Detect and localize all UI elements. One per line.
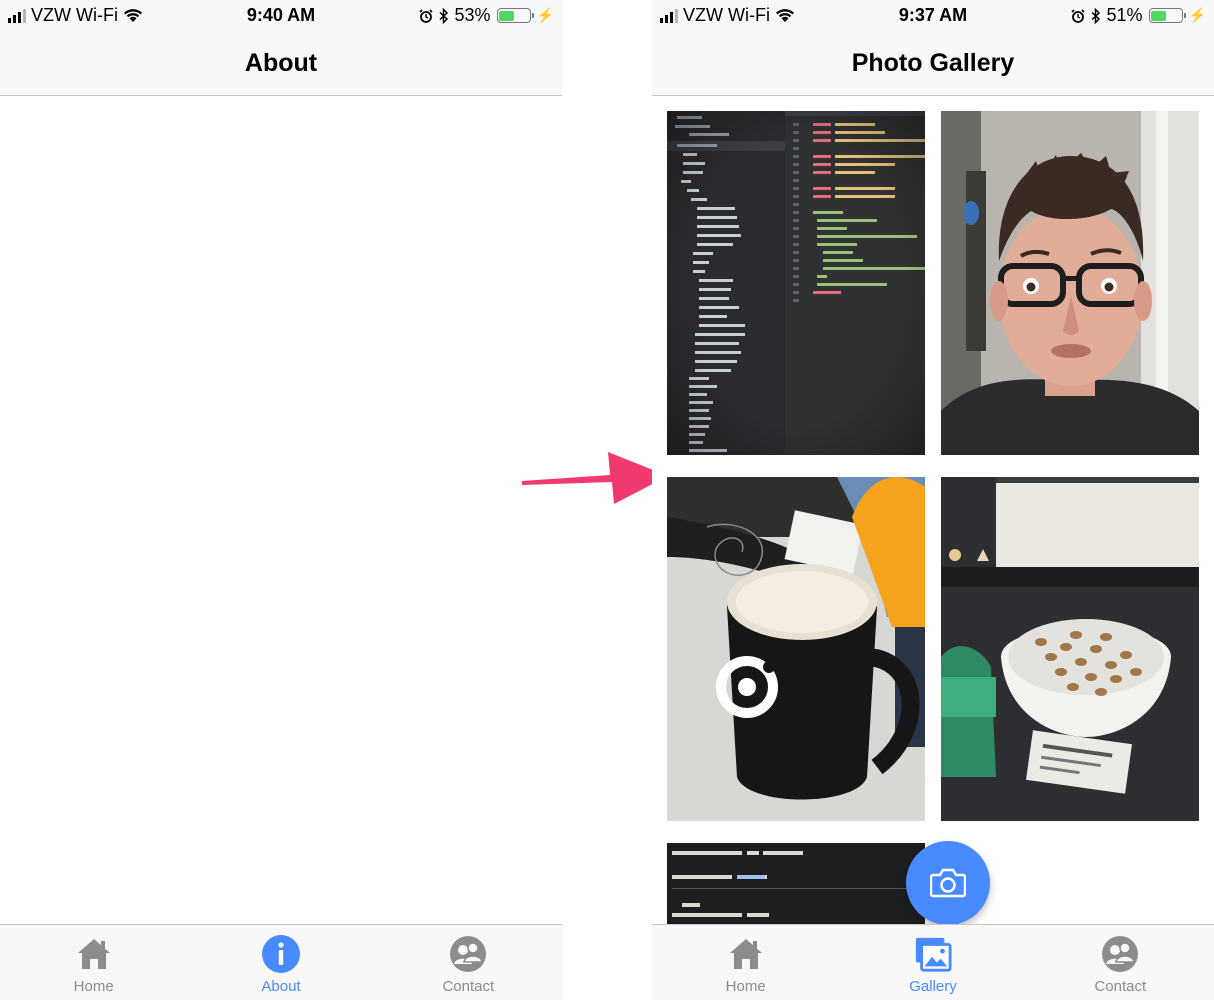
alarm-icon (418, 8, 433, 23)
battery-icon (496, 8, 534, 23)
about-content (0, 96, 562, 924)
battery-percent: 51% (1106, 5, 1143, 25)
contact-icon (449, 935, 487, 973)
photo-snack-bowl[interactable] (941, 477, 1199, 821)
camera-icon (930, 868, 966, 898)
home-icon (727, 935, 765, 973)
selfie-image (941, 111, 1199, 455)
photo-code-editor[interactable] (667, 111, 925, 455)
tab-bar: Home About Contact (0, 924, 562, 1000)
nav-bar: Photo Gallery (652, 32, 1214, 96)
tab-label: Home (725, 978, 766, 995)
gallery-content (652, 96, 1214, 924)
tab-home[interactable]: Home (652, 925, 839, 1000)
status-bar: VZW Wi-Fi 9:37 AM 51% ⚡ (652, 0, 1214, 32)
photo-code-snippet[interactable] (667, 843, 925, 924)
contact-icon (1101, 935, 1139, 973)
gallery-screen: VZW Wi-Fi 9:37 AM 51% ⚡ Photo Gallery Ho… (652, 0, 1214, 1000)
status-right: 51% ⚡ (1070, 5, 1206, 26)
alarm-icon (1070, 8, 1085, 23)
nav-bar: About (0, 32, 562, 96)
code-snippet-image (667, 843, 925, 924)
images-icon (914, 935, 952, 973)
info-icon (261, 935, 300, 973)
about-screen: VZW Wi-Fi 9:40 AM 53% ⚡ About Home About (0, 0, 562, 1000)
tab-label: Gallery (909, 978, 957, 995)
tab-about[interactable]: About (187, 925, 374, 1000)
tab-gallery[interactable]: Gallery (839, 925, 1026, 1000)
page-title: Photo Gallery (851, 49, 1015, 77)
camera-button[interactable] (906, 841, 990, 924)
bluetooth-icon (1091, 7, 1100, 24)
charging-icon: ⚡ (536, 7, 554, 23)
tab-bar: Home Gallery Contact (652, 924, 1214, 1000)
charging-icon: ⚡ (1188, 7, 1206, 23)
status-bar: VZW Wi-Fi 9:40 AM 53% ⚡ (0, 0, 562, 32)
coffee-mug-image (667, 477, 925, 821)
photo-coffee-mug[interactable] (667, 477, 925, 821)
home-icon (75, 935, 113, 973)
tab-contact[interactable]: Contact (1027, 925, 1214, 1000)
tab-label: About (261, 978, 301, 995)
tab-label: Home (73, 978, 114, 995)
code-editor-image (667, 111, 925, 455)
tab-label: Contact (442, 978, 495, 995)
battery-icon (1148, 8, 1186, 23)
bluetooth-icon (439, 7, 448, 24)
snack-bowl-image (941, 477, 1199, 821)
page-title: About (244, 49, 318, 77)
battery-percent: 53% (454, 5, 491, 25)
transition-arrow (522, 452, 668, 504)
status-right: 53% ⚡ (418, 5, 554, 26)
tab-label: Contact (1094, 978, 1147, 995)
tab-home[interactable]: Home (0, 925, 187, 1000)
tab-contact[interactable]: Contact (375, 925, 562, 1000)
photo-selfie[interactable] (941, 111, 1199, 455)
